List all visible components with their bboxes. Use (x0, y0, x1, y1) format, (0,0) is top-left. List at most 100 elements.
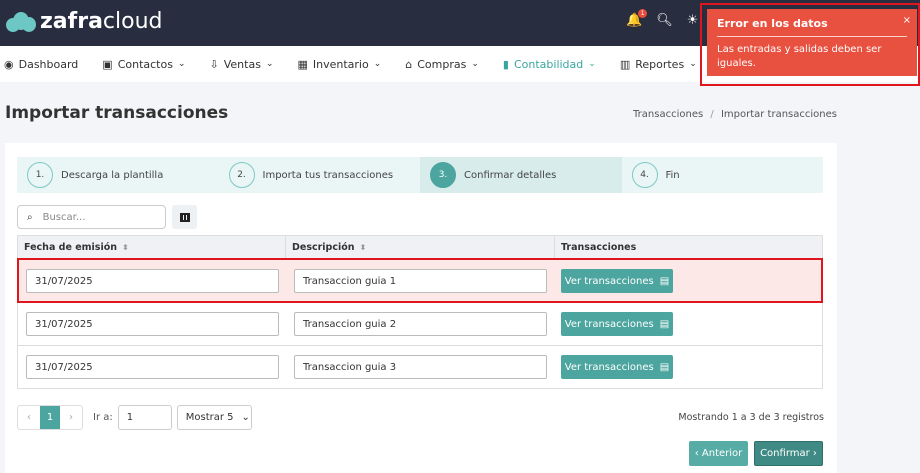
notification-badge: 1 (638, 9, 648, 18)
breadcrumb: Transacciones / Importar transacciones (633, 109, 837, 120)
contacts-icon: ▣ (102, 57, 113, 71)
search-placeholder: Buscar... (42, 211, 86, 223)
nav-item-reportes[interactable]: ▥ Reportes ⌄ (620, 58, 697, 71)
step-label: Importa tus transacciones (262, 169, 394, 181)
header-label: Descripción (292, 242, 355, 253)
step-3: 3. Confirmar detalles (420, 157, 622, 193)
document-icon: ▤ (659, 361, 670, 373)
step-label: Descarga la plantilla (61, 169, 164, 181)
toast-message: Las entradas y salidas deben ser iguales… (717, 44, 882, 69)
nav-label: Ventas (223, 57, 261, 71)
descripcion-input[interactable]: Transaccion guia 3 (294, 355, 547, 379)
search-input[interactable]: ⌕ Buscar... (17, 205, 166, 229)
header-label: Transacciones (561, 242, 637, 253)
table-row: 31/07/2025 Transaccion guia 3 Ver transa… (18, 345, 822, 388)
chevron-down-icon: ⌄ (177, 59, 186, 69)
search-icon[interactable]: 🔍︎ (656, 13, 673, 28)
chevron-down-icon: ⌄ (373, 59, 382, 69)
pagination: ‹ 1 › Ir a: 1 Mostrar 5 ⌄ (17, 405, 252, 430)
view-transactions-button[interactable]: Ver transacciones ▤ (561, 269, 673, 293)
dashboard-icon: ◉ (4, 57, 14, 71)
step-label: Fin (665, 169, 680, 181)
nav-item-contactos[interactable]: ▣ Contactos ⌄ (102, 58, 185, 71)
nav-label: Dashboard (18, 57, 79, 71)
descripcion-input[interactable]: Transaccion guia 2 (294, 312, 547, 336)
fecha-input[interactable]: 31/07/2025 (26, 355, 279, 379)
step-label: Confirmar detalles (464, 169, 557, 181)
descripcion-input[interactable]: Transaccion guia 1 (294, 269, 547, 293)
nav-item-contabilidad[interactable]: ▮ Contabilidad ⌄ (503, 58, 596, 71)
breadcrumb-current: Importar transacciones (720, 109, 837, 120)
columns-icon (179, 212, 190, 222)
nav-label: Inventario (312, 57, 369, 71)
document-icon: ▤ (659, 275, 670, 287)
step-4: 4. Fin (622, 157, 824, 193)
chevron-down-icon: ⌄ (471, 59, 479, 69)
sort-icon: ⬍ (359, 243, 367, 252)
cloud-logo-icon (6, 11, 36, 32)
button-label: Ver transacciones (564, 318, 654, 330)
page-size-value: Mostrar 5 (185, 412, 234, 423)
prev-page-icon[interactable]: ‹ (18, 406, 40, 429)
step-2: 2. Importa tus transacciones (219, 157, 421, 193)
close-icon[interactable]: × (903, 15, 911, 26)
table-header: Fecha de emisión ⬍ Descripción ⬍ Transacci… (18, 236, 822, 259)
confirm-button[interactable]: Confirmar › (754, 441, 823, 466)
columns-toggle-button[interactable] (172, 205, 197, 229)
goto-page-input[interactable]: 1 (117, 405, 172, 430)
transactions-table: Fecha de emisión ⬍ Descripción ⬍ Transacci… (17, 235, 823, 389)
page-title: Importar transacciones (5, 103, 229, 123)
next-page-icon[interactable]: › (60, 406, 82, 429)
nav-item-dashboard[interactable]: ◉ Dashboard (4, 58, 78, 71)
breadcrumb-transacciones[interactable]: Transacciones (633, 109, 703, 120)
header-transacciones: Transacciones (555, 236, 822, 259)
step-number: 1. (27, 162, 53, 188)
nav-item-inventario[interactable]: ▦ Inventario ⌄ (297, 58, 381, 71)
table-row: 31/07/2025 Transaccion guia 2 Ver transa… (18, 302, 822, 345)
button-label: Ver transacciones (564, 361, 654, 373)
page-button-current[interactable]: 1 (40, 406, 60, 429)
inventory-icon: ▦ (297, 57, 308, 71)
fecha-input[interactable]: 31/07/2025 (26, 312, 279, 336)
chevron-down-icon: ⌄ (241, 412, 250, 423)
logo[interactable]: zafra cloud (6, 9, 163, 34)
breadcrumb-separator: / (710, 109, 714, 120)
step-number: 2. (228, 162, 255, 188)
step-number: 4. (631, 162, 658, 188)
search-icon: ⌕ (27, 211, 33, 223)
chevron-down-icon: ⌄ (689, 59, 697, 69)
store-icon: ⌂ (405, 57, 413, 71)
chevron-down-icon: ⌄ (265, 59, 274, 69)
nav-label: Contactos (117, 57, 173, 71)
step-1: 1. Descarga la plantilla (17, 157, 219, 193)
brand-light: cloud (102, 9, 163, 34)
header-descripcion[interactable]: Descripción ⬍ (286, 236, 555, 259)
fecha-input[interactable]: 31/07/2025 (26, 269, 279, 293)
header-label: Fecha de emisión (24, 242, 118, 253)
view-transactions-button[interactable]: Ver transacciones ▤ (561, 312, 673, 336)
records-info: Mostrando 1 a 3 de 3 registros (678, 412, 824, 423)
bell-icon[interactable]: 🔔 1 (626, 9, 648, 28)
brand-bold: zafra (40, 9, 103, 34)
nav-label: Contabilidad (513, 57, 584, 71)
goto-label: Ir a: (93, 412, 113, 423)
nav-item-compras[interactable]: ⌂ Compras ⌄ (405, 58, 479, 71)
error-toast: × Error en los datos Las entradas y sali… (707, 9, 917, 76)
stepper: 1. Descarga la plantilla 2. Importa tus tr… (17, 157, 823, 193)
calculator-icon: ▮ (502, 57, 509, 71)
sales-icon: ⇩ (209, 57, 219, 71)
toast-title: Error en los datos (717, 17, 907, 37)
previous-button[interactable]: ‹ Anterior (689, 441, 748, 466)
chart-icon: ▥ (619, 57, 631, 71)
table-row: 31/07/2025 Transaccion guia 1 Ver transa… (17, 258, 823, 303)
view-transactions-button[interactable]: Ver transacciones ▤ (561, 355, 673, 379)
nav-label: Compras (417, 57, 467, 71)
nav-label: Reportes (635, 57, 685, 71)
sort-icon: ⬍ (122, 243, 129, 252)
page-size-select[interactable]: Mostrar 5 ⌄ (176, 405, 252, 430)
nav-item-ventas[interactable]: ⇩ Ventas ⌄ (210, 58, 274, 71)
theme-sun-icon[interactable]: ☀ (687, 13, 699, 28)
chevron-down-icon: ⌄ (588, 59, 596, 69)
header-fecha[interactable]: Fecha de emisión ⬍ (18, 236, 286, 259)
step-number: 3. (430, 162, 456, 188)
